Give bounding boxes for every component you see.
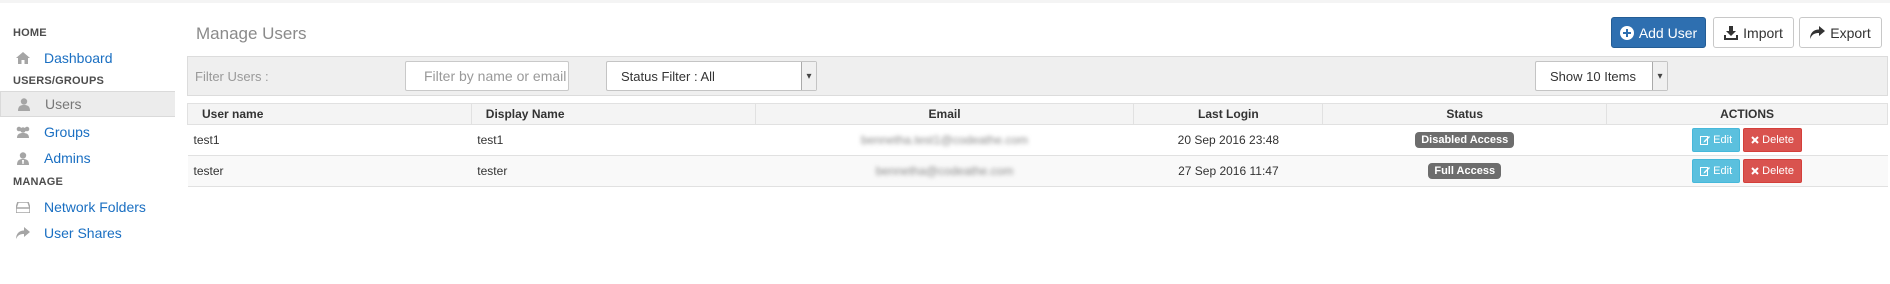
sidebar-heading-users-groups: USERS/GROUPS [13,75,105,87]
delete-button[interactable]: Delete [1743,159,1802,183]
cell-actions: Edit Delete [1606,124,1888,156]
edit-label: Edit [1713,134,1733,146]
users-table: User name Display Name Email Last Login … [187,103,1888,187]
user-icon [16,97,32,111]
status-badge: Disabled Access [1415,132,1515,148]
cell-email: bennetha.test1@codeathe.com [755,124,1134,156]
network-folder-icon [15,200,31,214]
column-header-username[interactable]: User name [187,103,472,125]
cell-status: Full Access [1322,155,1607,187]
cell-last-login: 20 Sep 2016 23:48 [1133,124,1323,156]
delete-label: Delete [1762,165,1794,177]
sidebar-item-label: Dashboard [44,50,113,66]
sidebar-heading-manage: MANAGE [13,176,64,188]
page-title: Manage Users [196,24,307,43]
export-button[interactable]: Export [1799,17,1882,48]
sidebar-item-label: Users [45,96,82,112]
close-icon [1751,136,1759,144]
export-arrow-icon [1810,26,1830,39]
chevron-down-icon: ▾ [801,62,816,90]
email-value: bennetha@codeathe.com [875,164,1014,178]
edit-icon [1700,167,1711,176]
admin-icon [15,151,31,165]
sidebar-heading-home: HOME [13,27,47,39]
filter-bar: Filter Users : Status Filter : All ▾ Sho… [187,56,1888,96]
column-header-display-name[interactable]: Display Name [470,103,756,125]
edit-icon [1700,136,1711,145]
status-filter-value: Status Filter : All [621,68,715,84]
sidebar-item-dashboard[interactable]: Dashboard [0,45,175,71]
plus-circle-icon [1619,25,1639,40]
add-user-label: Add User [1638,24,1698,41]
status-badge: Full Access [1428,163,1502,179]
sidebar-item-groups[interactable]: Groups [0,119,175,145]
home-icon [15,51,31,65]
status-filter-select[interactable]: Status Filter : All ▾ [606,61,817,91]
sidebar-item-label: Network Folders [44,199,146,215]
page-size-select[interactable]: Show 10 Items ▾ [1535,61,1668,91]
add-user-button[interactable]: Add User [1611,17,1706,48]
close-icon [1751,167,1759,175]
cell-email: bennetha@codeathe.com [755,155,1134,187]
filter-users-label: Filter Users : [195,69,269,84]
table-row: test1 test1 bennetha.test1@codeathe.com … [187,124,1888,156]
table-header-row: User name Display Name Email Last Login … [187,103,1888,125]
sidebar-item-admins[interactable]: Admins [0,145,175,171]
column-header-email[interactable]: Email [754,103,1135,125]
cell-actions: Edit Delete [1606,155,1888,187]
sidebar-item-label: Groups [44,124,90,140]
edit-label: Edit [1713,165,1733,177]
cell-display-name: tester [471,155,756,187]
top-strip [0,0,1890,3]
sidebar-item-label: Admins [44,150,91,166]
cell-status: Disabled Access [1322,124,1607,156]
delete-button[interactable]: Delete [1743,128,1802,152]
edit-button[interactable]: Edit [1692,128,1741,152]
sidebar-item-users[interactable]: Users [0,91,175,117]
column-header-status[interactable]: Status [1322,103,1608,125]
cell-last-login: 27 Sep 2016 11:47 [1133,155,1323,187]
column-header-actions: ACTIONS [1606,103,1888,125]
group-icon [15,125,31,139]
sidebar-item-network-folders[interactable]: Network Folders [0,194,175,220]
cell-display-name: test1 [471,124,756,156]
edit-button[interactable]: Edit [1692,159,1741,183]
email-value: bennetha.test1@codeathe.com [861,133,1028,147]
sidebar: HOME Dashboard USERS/GROUPS Users Groups… [0,20,175,246]
column-header-last-login[interactable]: Last Login [1133,103,1324,125]
export-label: Export [1830,24,1871,41]
filter-search-input[interactable] [405,61,569,91]
share-icon [15,226,31,240]
import-label: Import [1743,24,1783,41]
page-size-value: Show 10 Items [1550,68,1636,84]
chevron-down-icon: ▾ [1652,62,1667,90]
sidebar-item-label: User Shares [44,225,122,241]
table-row: tester tester bennetha@codeathe.com 27 S… [187,155,1888,187]
sidebar-item-user-shares[interactable]: User Shares [0,220,175,246]
cell-username: test1 [187,124,472,156]
download-icon [1724,25,1743,40]
import-button[interactable]: Import [1713,17,1794,48]
delete-label: Delete [1762,134,1794,146]
cell-username: tester [187,155,472,187]
